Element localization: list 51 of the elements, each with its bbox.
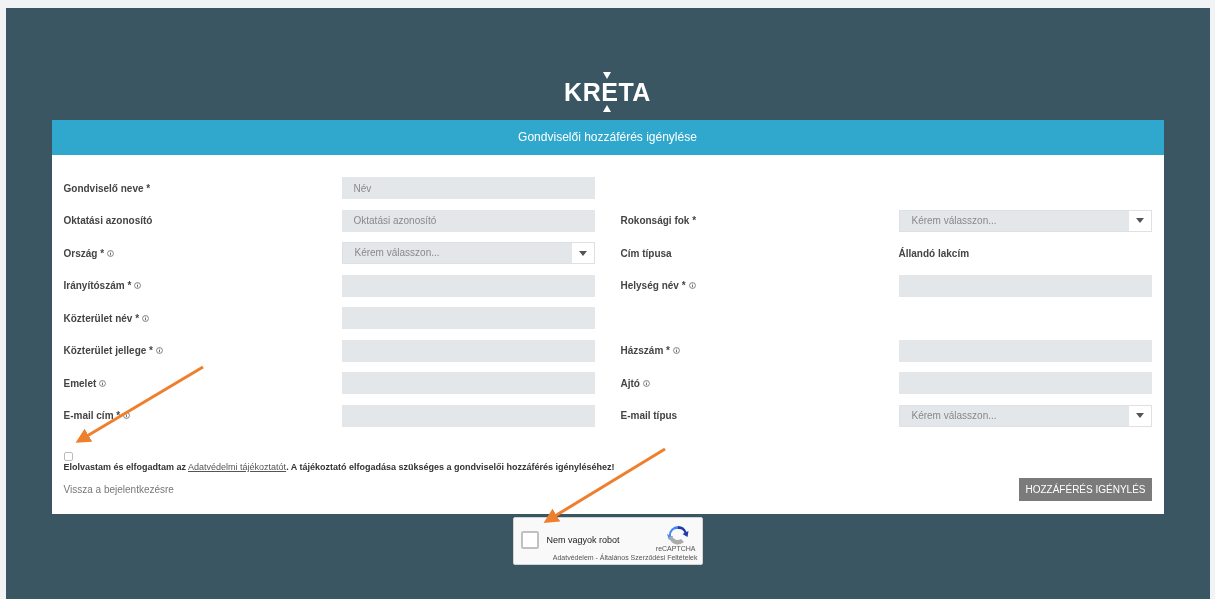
captcha-checkbox[interactable] <box>520 531 539 549</box>
input-field[interactable]: Oktatási azonosító <box>341 209 595 232</box>
info-icon <box>107 249 115 257</box>
info-icon <box>642 379 650 387</box>
field-label: Ajtó <box>620 377 640 389</box>
input-field[interactable] <box>898 339 1152 362</box>
field-label: Gondviselő neve * <box>63 182 151 194</box>
caret-icon <box>1135 218 1144 224</box>
caret-icon <box>578 250 587 256</box>
info-icon <box>155 347 163 355</box>
field-label: Rokonsági fok * <box>620 215 697 227</box>
captcha-label: Nem vagyok robot <box>546 535 620 545</box>
field-label: Közterület név * <box>63 312 140 324</box>
input-field[interactable] <box>341 404 595 427</box>
input-field[interactable] <box>898 372 1152 395</box>
info-icon <box>688 282 696 290</box>
select-field[interactable]: Kérem válasszon... <box>341 242 595 265</box>
field-label: Cím típusa <box>620 247 672 259</box>
consent-checkbox[interactable] <box>63 452 73 461</box>
info-icon <box>134 282 142 290</box>
info-icon <box>672 347 680 355</box>
logo: KRETA <box>564 79 651 105</box>
input-field[interactable] <box>341 372 595 395</box>
select-field[interactable]: Kérem válasszon... <box>898 209 1152 232</box>
back-link[interactable]: Vissza a bejelentkezésre <box>63 484 174 495</box>
field-label: E-mail típus <box>620 410 678 422</box>
field-label: Oktatási azonosító <box>63 215 153 227</box>
caret-icon <box>1135 413 1144 419</box>
triangle-icon <box>603 72 612 79</box>
input-field[interactable] <box>341 307 595 330</box>
triangle-icon <box>603 105 612 112</box>
submit-button[interactable]: HOZZÁFÉRÉS IGÉNYLÉS <box>1019 478 1152 501</box>
info-icon <box>99 379 107 387</box>
field-label: Házszám * <box>620 345 670 357</box>
input-field[interactable]: Név <box>341 177 595 200</box>
field-label: Közterület jellege * <box>63 345 153 357</box>
consent-text: Elolvastam és elfogadtam az Adatvédelmi tájékoztatót. A tájékoztató elfogadása szükséges a gondviselői hozzáférés igényléséhez! <box>63 462 616 472</box>
info-icon <box>123 412 131 420</box>
field-label: Emelet <box>63 377 97 389</box>
form-title: Gondviselői hozzáférés igénylése <box>51 120 1164 155</box>
info-icon <box>142 314 150 322</box>
field-value: Állandó lakcím <box>898 247 970 259</box>
field-label: Ország * <box>63 247 105 259</box>
input-field[interactable] <box>341 339 595 362</box>
field-label: Irányítószám * <box>63 280 132 292</box>
select-field[interactable]: Kérem válasszon... <box>898 404 1152 427</box>
input-field[interactable] <box>341 274 595 297</box>
recaptcha-icon <box>666 524 689 546</box>
input-field[interactable] <box>898 274 1152 297</box>
field-label: Helység név * <box>620 280 686 292</box>
field-label: E-mail cím * <box>63 410 121 422</box>
